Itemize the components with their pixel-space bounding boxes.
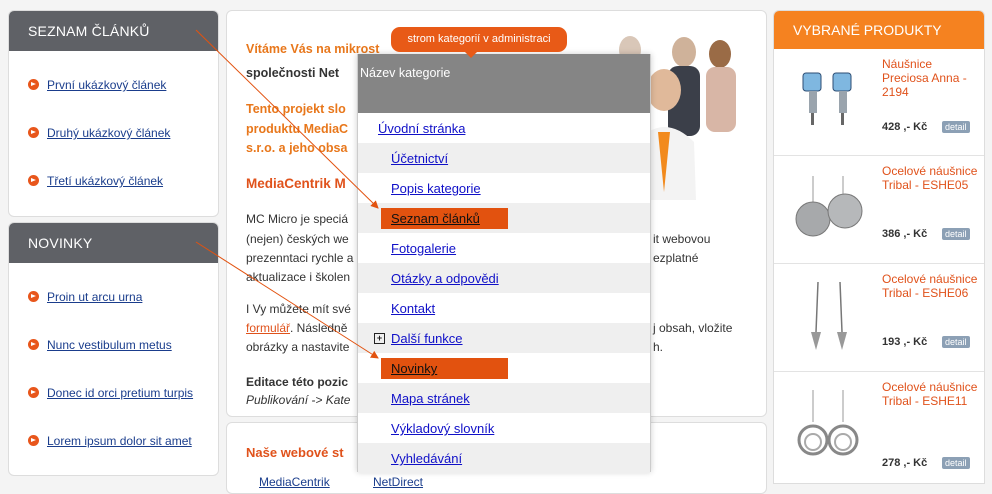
product-item[interactable]: Ocelové náušnice Tribal - ESHE11 278 ,- … bbox=[774, 372, 984, 483]
websites-heading: Naše webové st bbox=[246, 445, 344, 460]
category-tree-panel: Název kategorie Úvodní stránka Účetnictv… bbox=[357, 54, 651, 473]
tree-row: Seznam článků bbox=[358, 203, 650, 233]
edit-path: Publikování -> Kate bbox=[246, 393, 351, 407]
para2-line1: I Vy můžete mít své bbox=[246, 302, 351, 316]
website-link-1-item: MediaCentrik bbox=[259, 473, 330, 492]
tree-row: + Další funkce bbox=[358, 323, 650, 353]
form-link[interactable]: formulář bbox=[246, 321, 290, 335]
detail-button[interactable]: detail bbox=[942, 228, 970, 240]
arrow-bullet-icon bbox=[28, 127, 39, 138]
product-item[interactable]: Ocelové náušnice Tribal - ESHE06 193 ,- … bbox=[774, 264, 984, 372]
article-link-3[interactable]: Třetí ukázkový článek bbox=[47, 174, 163, 188]
list-item: První ukázkový článek bbox=[28, 78, 166, 92]
product-name[interactable]: Ocelové náušnice Tribal - ESHE05 bbox=[882, 164, 982, 192]
list-item: Nunc vestibulum metus bbox=[28, 338, 172, 352]
tree-row: Mapa stránek bbox=[358, 383, 650, 413]
website-link-2-item: NetDirect bbox=[373, 473, 423, 492]
tree-item-accounting[interactable]: Účetnictví bbox=[391, 151, 448, 166]
tree-row: Fotogalerie bbox=[358, 233, 650, 263]
para1-line3-tail: ezplatné bbox=[653, 251, 699, 265]
project-line-2: produktu MediaC bbox=[246, 122, 349, 136]
project-line-1: Tento projekt slo bbox=[246, 102, 346, 116]
para1-line2: (nejen) českých we bbox=[246, 232, 349, 246]
welcome-line-2: společnosti Net bbox=[246, 66, 340, 80]
tree-row: Výkladový slovník bbox=[358, 413, 650, 443]
para2-line3: obrázky a nastavite bbox=[246, 340, 350, 354]
tree-item-home[interactable]: Úvodní stránka bbox=[378, 121, 465, 136]
para2-line3-tail: h. bbox=[653, 340, 664, 354]
website-link-1[interactable]: MediaCentrik bbox=[259, 475, 330, 489]
product-name[interactable]: Ocelové náušnice Tribal - ESHE11 bbox=[882, 380, 982, 408]
detail-button[interactable]: detail bbox=[942, 457, 970, 469]
product-image[interactable] bbox=[788, 164, 868, 249]
tree-item-gallery[interactable]: Fotogalerie bbox=[391, 241, 456, 256]
arrow-bullet-icon bbox=[28, 387, 39, 398]
product-price: 428 ,- Kč bbox=[882, 121, 928, 133]
tree-row: Kontakt bbox=[358, 293, 650, 323]
article-link-1[interactable]: První ukázkový článek bbox=[47, 78, 166, 92]
tree-item-search[interactable]: Vyhledávání bbox=[391, 451, 462, 466]
tree-tooltip: strom kategorií v administraci bbox=[391, 27, 567, 58]
list-item: Lorem ipsum dolor sit amet bbox=[28, 434, 192, 448]
arrow-bullet-icon bbox=[28, 79, 39, 90]
news-title: NOVINKY bbox=[9, 223, 218, 263]
arrow-bullet-icon bbox=[28, 291, 39, 302]
product-name[interactable]: Náušnice Preciosa Anna - 2194 bbox=[882, 57, 982, 99]
news-link-4[interactable]: Lorem ipsum dolor sit amet bbox=[47, 434, 192, 448]
product-price: 386 ,- Kč bbox=[882, 228, 928, 240]
detail-button[interactable]: detail bbox=[942, 336, 970, 348]
para2-line2: formulář. Následně bbox=[246, 321, 348, 335]
para1-line3: prezenntaci rychle a bbox=[246, 251, 354, 265]
product-image[interactable] bbox=[788, 272, 868, 357]
para1-line1-tail: it webovou bbox=[653, 232, 711, 246]
tree-item-contact[interactable]: Kontakt bbox=[391, 301, 435, 316]
products-box: VYBRANÉ PRODUKTY Náušnice Preciosa Anna … bbox=[773, 10, 985, 484]
para1-line4: aktualizace i školen bbox=[246, 270, 351, 284]
tree-row: Novinky bbox=[358, 353, 650, 383]
products-title: VYBRANÉ PRODUKTY bbox=[774, 11, 984, 49]
tree-item-news[interactable]: Novinky bbox=[391, 361, 437, 376]
tree-item-category-desc[interactable]: Popis kategorie bbox=[391, 181, 481, 196]
tree-item-glossary[interactable]: Výkladový slovník bbox=[391, 421, 494, 436]
project-line-3: s.r.o. a jeho obsa bbox=[246, 141, 348, 155]
list-item: Druhý ukázkový článek bbox=[28, 126, 170, 140]
list-item: Třetí ukázkový článek bbox=[28, 174, 163, 188]
articles-box: SEZNAM ČLÁNKŮ První ukázkový článek Druh… bbox=[8, 10, 219, 217]
tree-item-faq[interactable]: Otázky a odpovědi bbox=[391, 271, 499, 286]
product-image[interactable] bbox=[788, 57, 868, 142]
para1-line1: MC Micro je speciá bbox=[246, 212, 349, 226]
list-item: Donec id orci pretium turpis bbox=[28, 386, 193, 400]
edit-label: Editace této pozic bbox=[246, 375, 349, 389]
tree-item-sitemap[interactable]: Mapa stránek bbox=[391, 391, 470, 406]
arrow-bullet-icon bbox=[28, 175, 39, 186]
section-heading: MediaCentrik M bbox=[246, 176, 346, 191]
list-item: Proin ut arcu urna bbox=[28, 290, 142, 304]
product-image[interactable] bbox=[788, 380, 868, 465]
product-item[interactable]: Náušnice Preciosa Anna - 2194 428 ,- Kč … bbox=[774, 49, 984, 156]
product-price: 193 ,- Kč bbox=[882, 336, 928, 348]
website-link-2[interactable]: NetDirect bbox=[373, 475, 423, 489]
tree-item-articles[interactable]: Seznam článků bbox=[391, 211, 480, 226]
product-price: 278 ,- Kč bbox=[882, 457, 928, 469]
arrow-bullet-icon bbox=[28, 435, 39, 446]
news-link-1[interactable]: Proin ut arcu urna bbox=[47, 290, 142, 304]
tree-row: Otázky a odpovědi bbox=[358, 263, 650, 293]
article-link-2[interactable]: Druhý ukázkový článek bbox=[47, 126, 170, 140]
tree-row: Úvodní stránka bbox=[358, 113, 650, 143]
news-link-3[interactable]: Donec id orci pretium turpis bbox=[47, 386, 193, 400]
tree-header: Název kategorie bbox=[358, 54, 650, 113]
arrow-bullet-icon bbox=[28, 339, 39, 350]
news-box: NOVINKY Proin ut arcu urna Nunc vestibul… bbox=[8, 222, 219, 476]
tree-row: Popis kategorie bbox=[358, 173, 650, 203]
para2-line2-tail: j obsah, vložite bbox=[653, 321, 733, 335]
articles-title: SEZNAM ČLÁNKŮ bbox=[9, 11, 218, 51]
news-link-2[interactable]: Nunc vestibulum metus bbox=[47, 338, 172, 352]
expand-icon[interactable]: + bbox=[374, 333, 385, 344]
tree-row: Účetnictví bbox=[358, 143, 650, 173]
product-name[interactable]: Ocelové náušnice Tribal - ESHE06 bbox=[882, 272, 982, 300]
product-item[interactable]: Ocelové náušnice Tribal - ESHE05 386 ,- … bbox=[774, 156, 984, 264]
detail-button[interactable]: detail bbox=[942, 121, 970, 133]
tree-row: Vyhledávání bbox=[358, 443, 650, 473]
tree-item-more-functions[interactable]: Další funkce bbox=[391, 331, 463, 346]
